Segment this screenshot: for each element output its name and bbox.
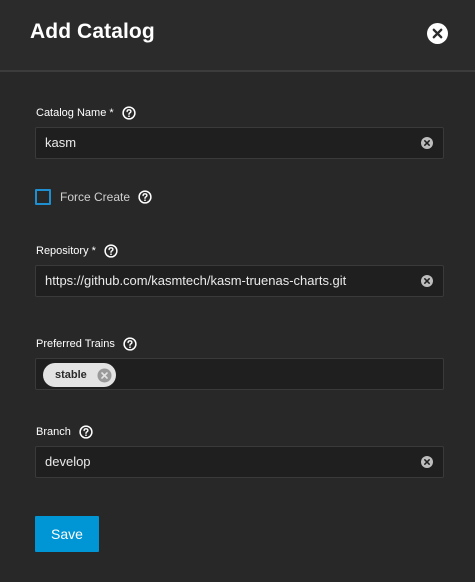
- chip-label: stable: [55, 369, 87, 381]
- preferred-trains-label-row: Preferred Trains: [36, 335, 137, 353]
- help-icon[interactable]: [138, 190, 152, 204]
- train-chip-stable[interactable]: stable: [43, 363, 116, 387]
- repository-input[interactable]: https://github.com/kasmtech/kasm-truenas…: [35, 265, 444, 297]
- clear-icon[interactable]: [421, 275, 433, 287]
- catalog-name-label-row: Catalog Name *: [36, 104, 136, 122]
- catalog-name-value: kasm: [45, 135, 77, 150]
- branch-value: develop: [45, 454, 91, 469]
- save-button[interactable]: Save: [35, 516, 99, 552]
- help-icon[interactable]: [79, 425, 93, 439]
- force-create-label[interactable]: Force Create: [60, 190, 130, 204]
- repository-label-row: Repository *: [36, 242, 118, 260]
- dialog-title: Add Catalog: [30, 20, 155, 43]
- help-icon[interactable]: [104, 244, 118, 258]
- help-icon[interactable]: [122, 106, 136, 120]
- force-create-row: Force Create: [35, 188, 152, 206]
- add-catalog-dialog: Add Catalog Catalog Name * kasm Force Cr…: [0, 0, 475, 582]
- close-icon[interactable]: [427, 23, 448, 44]
- dialog-header: Add Catalog: [0, 0, 475, 72]
- branch-label: Branch: [36, 426, 71, 438]
- catalog-name-input[interactable]: kasm: [35, 127, 444, 159]
- preferred-trains-label: Preferred Trains: [36, 338, 115, 350]
- catalog-name-label: Catalog Name *: [36, 107, 114, 119]
- help-icon[interactable]: [123, 337, 137, 351]
- force-create-checkbox[interactable]: [35, 189, 51, 205]
- repository-label: Repository *: [36, 245, 96, 257]
- repository-value: https://github.com/kasmtech/kasm-truenas…: [45, 273, 347, 288]
- branch-label-row: Branch: [36, 423, 93, 441]
- chip-remove-icon[interactable]: [97, 368, 112, 383]
- clear-icon[interactable]: [421, 456, 433, 468]
- branch-input[interactable]: develop: [35, 446, 444, 478]
- preferred-trains-input[interactable]: stable: [35, 358, 444, 390]
- clear-icon[interactable]: [421, 137, 433, 149]
